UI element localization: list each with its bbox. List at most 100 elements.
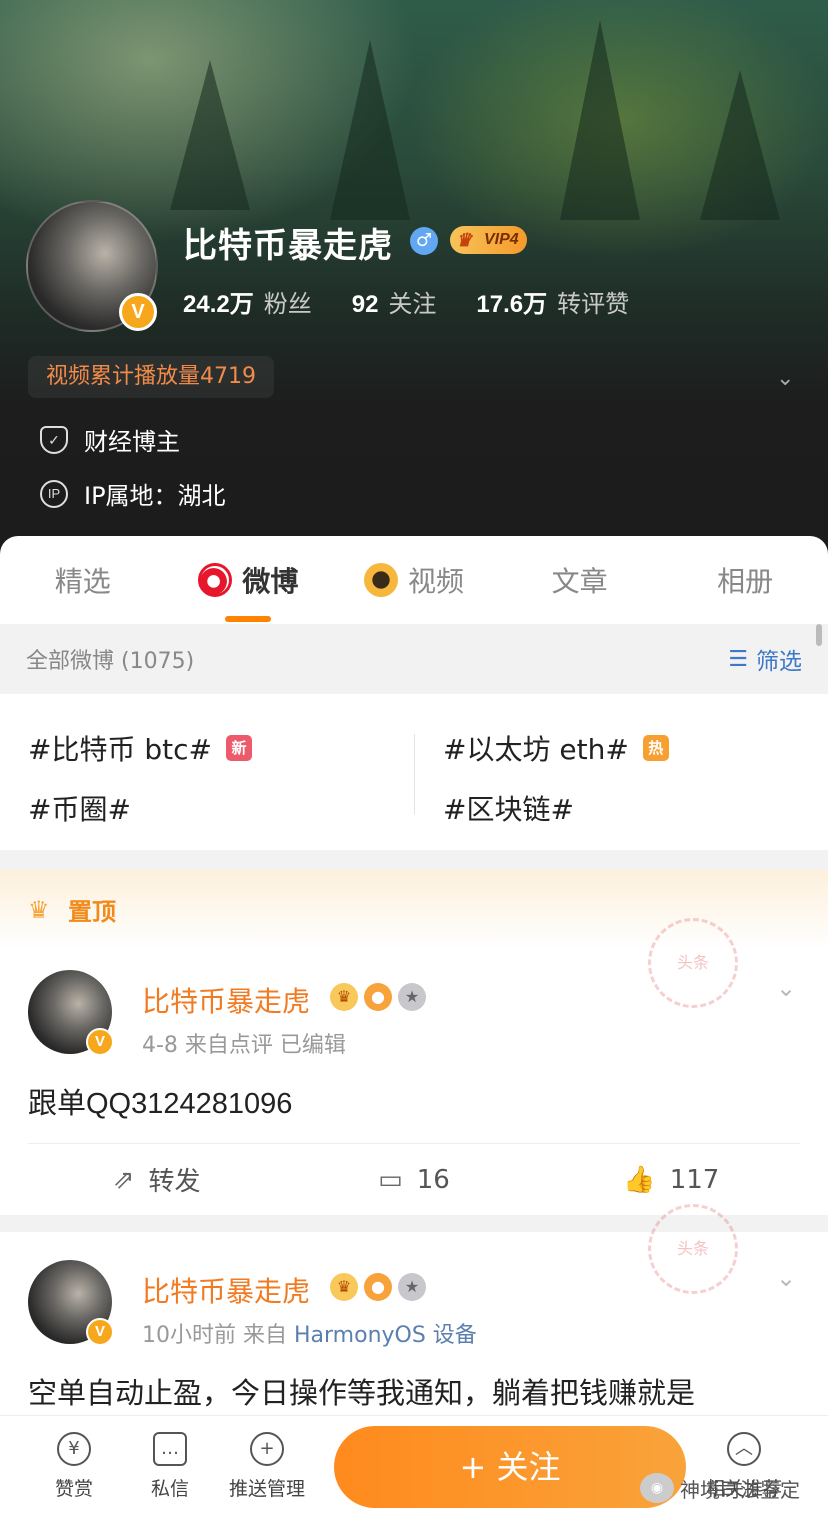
vip-badge[interactable]: ♛ VIP4 bbox=[450, 226, 527, 254]
post-author[interactable]: 比特币暴走虎 bbox=[142, 1270, 310, 1310]
post-time: 10小时前 来自 bbox=[142, 1323, 287, 1348]
tab-album[interactable]: 相册 bbox=[662, 560, 828, 600]
chevron-down-icon[interactable]: ⌄ bbox=[776, 366, 798, 391]
follow-button[interactable]: + 关注 bbox=[334, 1426, 686, 1508]
medal-group: ♛ ● ★ bbox=[330, 983, 426, 1011]
ip-location-label: IP属地：湖北 bbox=[84, 482, 226, 510]
scrollbar[interactable] bbox=[816, 624, 822, 646]
profile-tabs: 精选 微博 视频 文章 相册 bbox=[0, 536, 828, 624]
message-label: 私信 bbox=[150, 1478, 189, 1500]
tab-articles[interactable]: 文章 bbox=[497, 560, 663, 600]
post-text: 空单自动止盈，今日操作等我通知，躺着把钱赚就是 bbox=[28, 1378, 696, 1410]
verified-badge-icon: V bbox=[86, 1318, 114, 1346]
all-posts-count: 全部微博 (1075) bbox=[26, 649, 195, 674]
like-button[interactable]: 👍 117 bbox=[543, 1165, 800, 1195]
topic-text: #币圈# bbox=[28, 793, 131, 826]
tab-label: 文章 bbox=[551, 565, 608, 598]
stat-label: 关注 bbox=[388, 290, 437, 318]
message-button[interactable]: … 私信 bbox=[120, 1432, 220, 1501]
chevron-down-icon[interactable]: ⌄ bbox=[776, 1264, 796, 1292]
tab-video[interactable]: 视频 bbox=[331, 560, 497, 600]
headline-stamp-icon: 头条 bbox=[648, 1204, 738, 1294]
medal-group: ♛ ● ★ bbox=[330, 1273, 426, 1301]
tab-featured[interactable]: 精选 bbox=[0, 560, 166, 600]
crown-icon: ♛ bbox=[28, 895, 50, 924]
repost-button[interactable]: ⇗ 转发 bbox=[28, 1161, 285, 1198]
ip-icon: IP bbox=[40, 479, 68, 508]
new-tag: 新 bbox=[225, 735, 252, 761]
watermark: ◉ 神境司法鉴定 bbox=[640, 1473, 800, 1503]
video-icon bbox=[363, 563, 398, 597]
stat-value: 92 bbox=[351, 291, 379, 318]
topic-item[interactable]: #比特币 btc# 新 bbox=[28, 728, 252, 768]
comment-count: 16 bbox=[416, 1164, 450, 1195]
thumbs-up-icon: 👍 bbox=[623, 1164, 656, 1195]
chevron-up-icon: ︿ bbox=[727, 1432, 761, 1466]
comment-icon: ▭ bbox=[378, 1164, 403, 1195]
filter-button[interactable]: ☰ 筛选 bbox=[728, 642, 802, 676]
push-label: 推送管理 bbox=[228, 1478, 305, 1500]
tab-sheet: 精选 微博 视频 文章 相册 bbox=[0, 536, 828, 624]
filter-bar: 全部微博 (1075) ☰ 筛选 bbox=[0, 624, 828, 694]
tab-label: 精选 bbox=[54, 565, 111, 598]
stat-following[interactable]: 92 关注 bbox=[352, 284, 437, 319]
hot-tag: 热 bbox=[642, 735, 669, 761]
post-card-pinned[interactable]: ♛ 置顶 头条 V 比特币暴走虎 ♛ ● ★ ⌄ 4-8 来自点评 已编辑 跟单… bbox=[0, 870, 828, 1215]
topic-item[interactable]: #区块链# bbox=[443, 788, 574, 828]
repost-label: 转发 bbox=[148, 1167, 201, 1197]
tab-label: 视频 bbox=[407, 565, 464, 598]
male-gender-icon: ♂ bbox=[410, 227, 438, 255]
filter-label: 筛选 bbox=[756, 649, 802, 675]
category-label: 财经博主 bbox=[84, 428, 180, 456]
filter-icon: ☰ bbox=[728, 646, 748, 672]
post-text: 跟单QQ3124281096 bbox=[28, 1088, 293, 1120]
banner-tree bbox=[170, 60, 250, 210]
message-icon: … bbox=[153, 1432, 187, 1466]
silver-medal-icon: ★ bbox=[398, 983, 426, 1011]
wechat-icon: ◉ bbox=[640, 1473, 674, 1503]
verified-badge-icon: V bbox=[119, 293, 157, 331]
stat-interactions[interactable]: 17.6万 转评赞 bbox=[476, 284, 629, 319]
topic-text: #比特币 btc# bbox=[28, 733, 212, 766]
post-meta: 4-8 来自点评 已编辑 bbox=[142, 1033, 346, 1058]
stat-label: 粉丝 bbox=[263, 290, 312, 318]
video-plays-pill[interactable]: 视频累计播放量4719 bbox=[28, 356, 274, 398]
topic-item[interactable]: #币圈# bbox=[28, 788, 131, 828]
stat-value: 24.2万 bbox=[183, 291, 254, 318]
crown-medal-icon: ♛ bbox=[330, 1273, 358, 1301]
post-meta: 10小时前 来自 HarmonyOS 设备 bbox=[142, 1317, 477, 1349]
fish-medal-icon: ● bbox=[364, 983, 392, 1011]
tab-label: 相册 bbox=[717, 565, 774, 598]
post-source[interactable]: HarmonyOS 设备 bbox=[294, 1323, 477, 1348]
divider bbox=[414, 734, 415, 814]
category-row: ✓ 财经博主 bbox=[40, 422, 180, 457]
pinned-text: 置顶 bbox=[68, 898, 116, 926]
banner-tree bbox=[330, 40, 410, 220]
yen-heart-icon: ¥ bbox=[57, 1432, 91, 1466]
verified-badge-icon: V bbox=[86, 1028, 114, 1056]
shield-icon: ✓ bbox=[40, 425, 68, 454]
post-card[interactable]: 头条 V 比特币暴走虎 ♛ ● ★ ⌄ 10小时前 来自 HarmonyOS 设… bbox=[0, 1204, 828, 1417]
topics-panel: #比特币 btc# 新 #以太坊 eth# 热 #币圈# #区块链# bbox=[0, 694, 828, 850]
topic-text: #以太坊 eth# bbox=[443, 733, 629, 766]
headline-stamp-icon: 头条 bbox=[648, 918, 738, 1008]
weibo-logo-icon bbox=[198, 563, 233, 597]
chevron-down-icon[interactable]: ⌄ bbox=[776, 974, 796, 1002]
comment-button[interactable]: ▭ 16 bbox=[285, 1165, 542, 1195]
stat-label: 转评赞 bbox=[557, 290, 630, 318]
reward-button[interactable]: ¥ 赞赏 bbox=[24, 1432, 124, 1501]
ip-location-row: IP IP属地：湖北 bbox=[40, 476, 226, 511]
topic-text: #区块链# bbox=[443, 793, 574, 826]
pinned-label: ♛ 置顶 bbox=[28, 892, 116, 927]
reward-label: 赞赏 bbox=[54, 1478, 93, 1500]
post-author[interactable]: 比特币暴走虎 bbox=[142, 980, 310, 1020]
tab-weibo[interactable]: 微博 bbox=[166, 560, 332, 622]
profile-stats: 24.2万 粉丝 92 关注 17.6万 转评赞 bbox=[183, 284, 629, 319]
topic-item[interactable]: #以太坊 eth# 热 bbox=[443, 728, 669, 768]
bell-icon: + bbox=[250, 1432, 284, 1466]
crown-medal-icon: ♛ bbox=[330, 983, 358, 1011]
fish-medal-icon: ● bbox=[364, 1273, 392, 1301]
push-settings-button[interactable]: + 推送管理 bbox=[217, 1432, 317, 1501]
profile-banner: V 比特币暴走虎 ♂ ♛ VIP4 24.2万 粉丝 92 关注 17.6万 转评赞 … bbox=[0, 0, 828, 560]
stat-fans[interactable]: 24.2万 粉丝 bbox=[183, 284, 312, 319]
